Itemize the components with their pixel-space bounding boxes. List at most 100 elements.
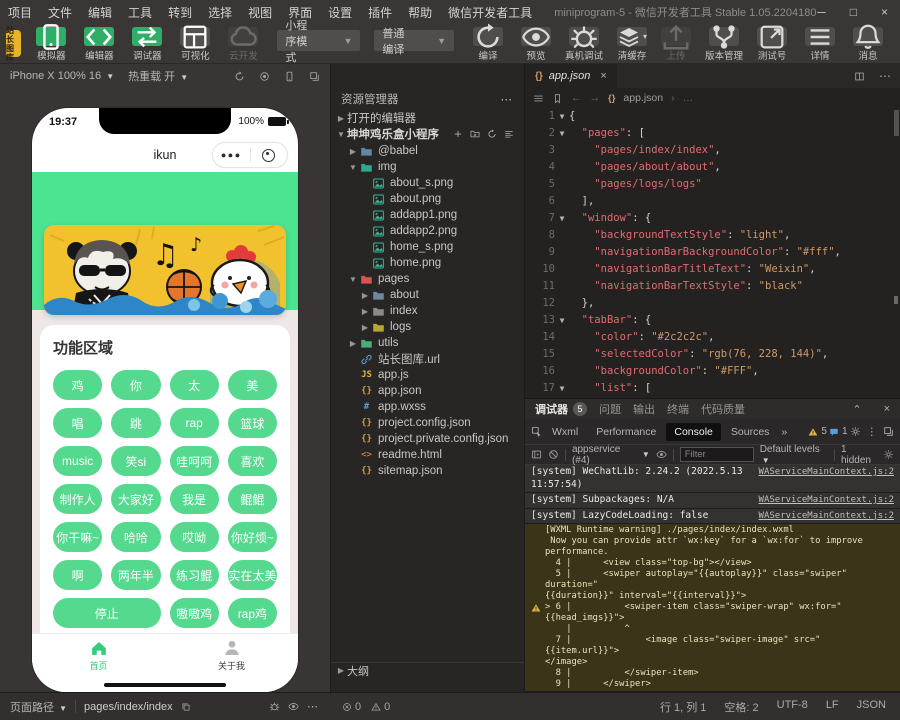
editor-scrollbar[interactable] (894, 110, 899, 136)
sound-button-唱[interactable]: 唱 (53, 408, 102, 438)
tree-item-app.js[interactable]: JSapp.js (331, 367, 524, 383)
toolbar-消息[interactable]: 消息 (846, 27, 890, 62)
tree-item-app.wxss[interactable]: #app.wxss (331, 399, 524, 415)
sound-button-练习鲲[interactable]: 练习鲲 (170, 560, 219, 590)
sound-button-啊[interactable]: 啊 (53, 560, 102, 590)
copy-path-icon[interactable] (181, 702, 191, 712)
toolbar-编译[interactable]: 编译 (466, 27, 510, 62)
toolbar-清缓存[interactable]: ▾清缓存 (610, 27, 654, 62)
devtools-tab-wxml[interactable]: Wxml (544, 423, 586, 441)
panel-tab-终端[interactable]: 终端 (667, 401, 689, 417)
tree-item-sitemap.json[interactable]: {}sitemap.json (331, 463, 524, 479)
console-filter-input[interactable] (680, 447, 754, 462)
devtools-tab-performance[interactable]: Performance (588, 423, 664, 441)
fold-chevron-icon[interactable]: ▼ (555, 125, 569, 142)
menu-帮助[interactable]: 帮助 (408, 4, 432, 21)
tree-item-about_s.png[interactable]: about_s.png (331, 175, 524, 191)
back-icon[interactable]: ← (571, 92, 582, 104)
restart-icon[interactable] (234, 71, 245, 82)
sound-button-笑si[interactable]: 笑si (111, 446, 160, 476)
tree-item-project.private.config.json[interactable]: {}project.private.config.json (331, 431, 524, 447)
error-count[interactable]: 0 (342, 701, 361, 713)
maximize-button[interactable]: □ (850, 5, 857, 19)
close-tab-icon[interactable]: × (600, 70, 606, 82)
more-icon[interactable]: ●●● (213, 150, 250, 160)
log-source-link[interactable]: WAServiceMainContext.js:2 (759, 510, 894, 523)
more-actions-icon[interactable]: ⋯ (501, 92, 515, 106)
collapse-folders-icon[interactable] (504, 129, 514, 139)
bookmark-icon[interactable] (552, 93, 563, 104)
tree-item-home.png[interactable]: home.png (331, 255, 524, 271)
device-frame-icon[interactable] (284, 71, 295, 82)
menu-设置[interactable]: 设置 (328, 4, 352, 21)
tree-item-addapp1.png[interactable]: addapp1.png (331, 207, 524, 223)
forward-icon[interactable]: → (590, 92, 601, 104)
tab-app-json[interactable]: {} app.json × (525, 64, 617, 88)
sound-button-两年半[interactable]: 两年半 (111, 560, 160, 590)
toolbar-调试器[interactable]: 调试器 (125, 27, 169, 62)
sound-button-嗷嗷鸡[interactable]: 嗷嗷鸡 (170, 598, 219, 628)
fold-chevron-icon[interactable]: ▼ (555, 210, 569, 227)
devtools-tab-console[interactable]: Console (666, 423, 721, 441)
open-editors-row[interactable]: ▶打开的编辑器 (331, 110, 524, 126)
tree-item-readme.html[interactable]: <>readme.html (331, 447, 524, 463)
menu-选择[interactable]: 选择 (208, 4, 232, 21)
tree-item-logs[interactable]: ▶logs (331, 319, 524, 335)
menu-视图[interactable]: 视图 (248, 4, 272, 21)
log-levels-dropdown[interactable]: Default levels ▼ (760, 444, 828, 466)
sound-button-制作人[interactable]: 制作人 (53, 484, 102, 514)
sound-button-你[interactable]: 你 (111, 370, 160, 400)
sound-button-跳[interactable]: 跳 (111, 408, 160, 438)
multi-window-icon[interactable] (309, 71, 320, 82)
tree-item-站长图库.url[interactable]: 站长图库.url (331, 351, 524, 367)
close-panel-icon[interactable]: × (884, 403, 890, 415)
devtools-tab-sources[interactable]: Sources (723, 423, 778, 441)
status--1-1[interactable]: 行 1, 列 1 (660, 699, 706, 715)
devtools-settings-icon[interactable] (850, 426, 861, 437)
sound-button-哇呵呵[interactable]: 哇呵呵 (170, 446, 219, 476)
refresh-explorer-icon[interactable] (487, 129, 497, 139)
hamburger-icon[interactable] (533, 93, 544, 104)
project-root-row[interactable]: ▼坤坤鸡乐盒小程序 (331, 126, 524, 142)
sound-button-喜欢[interactable]: 喜欢 (228, 446, 277, 476)
compile-mode-dropdown[interactable]: 普通编译▼ (374, 30, 454, 51)
sound-button-我是[interactable]: 我是 (170, 484, 219, 514)
toolbar-编辑器[interactable]: 编辑器 (77, 27, 121, 62)
tree-item-home_s.png[interactable]: home_s.png (331, 239, 524, 255)
split-editor-icon[interactable] (847, 64, 872, 88)
execution-context-dropdown[interactable]: appservice (#4)▼ (572, 444, 650, 466)
menu-项目[interactable]: 项目 (8, 4, 32, 21)
log-source-link[interactable]: WAServiceMainContext.js:2 (759, 466, 894, 479)
menu-工具[interactable]: 工具 (128, 4, 152, 21)
toolbar-真机调试[interactable]: 真机调试 (562, 27, 606, 62)
collapse-panel-icon[interactable]: ⌃ (852, 403, 861, 416)
menu-微信开发者工具[interactable]: 微信开发者工具 (448, 4, 532, 21)
live-expression-icon[interactable] (656, 449, 667, 460)
tree-item-about[interactable]: ▶about (331, 287, 524, 303)
close-button[interactable]: × (881, 5, 888, 19)
sound-button-哈哈[interactable]: 哈哈 (111, 522, 160, 552)
fold-chevron-icon[interactable]: ▼ (555, 108, 569, 125)
sound-button-哎呦[interactable]: 哎呦 (170, 522, 219, 552)
tree-item-img[interactable]: ▼img (331, 159, 524, 175)
panel-tab-代码质量[interactable]: 代码质量 (701, 401, 745, 417)
debug-icon[interactable] (269, 701, 280, 712)
status-lf[interactable]: LF (826, 699, 839, 715)
status-json[interactable]: JSON (857, 699, 886, 715)
panel-tab-问题[interactable]: 问题 (599, 401, 621, 417)
menu-文件[interactable]: 文件 (48, 4, 72, 21)
sound-button-你好烦~[interactable]: 你好烦~ (228, 522, 277, 552)
sound-button-篮球[interactable]: 篮球 (228, 408, 277, 438)
sound-button-美[interactable]: 美 (228, 370, 277, 400)
toolbar-版本管理[interactable]: 版本管理 (702, 27, 746, 62)
toolbar-测试号[interactable]: 测试号 (750, 27, 794, 62)
menu-插件[interactable]: 插件 (368, 4, 392, 21)
sound-button-music[interactable]: music (53, 446, 102, 476)
sound-button-鸡[interactable]: 鸡 (53, 370, 102, 400)
statusbar-more-icon[interactable]: ⋯ (307, 700, 320, 713)
new-file-icon[interactable] (453, 129, 463, 139)
sound-button-停止[interactable]: 停止 (53, 598, 161, 628)
devtools-message-badge[interactable]: 1 (829, 426, 848, 437)
hot-reload-toggle[interactable]: 热重载 开 ▼ (128, 68, 188, 84)
status-utf-8[interactable]: UTF-8 (777, 699, 808, 715)
